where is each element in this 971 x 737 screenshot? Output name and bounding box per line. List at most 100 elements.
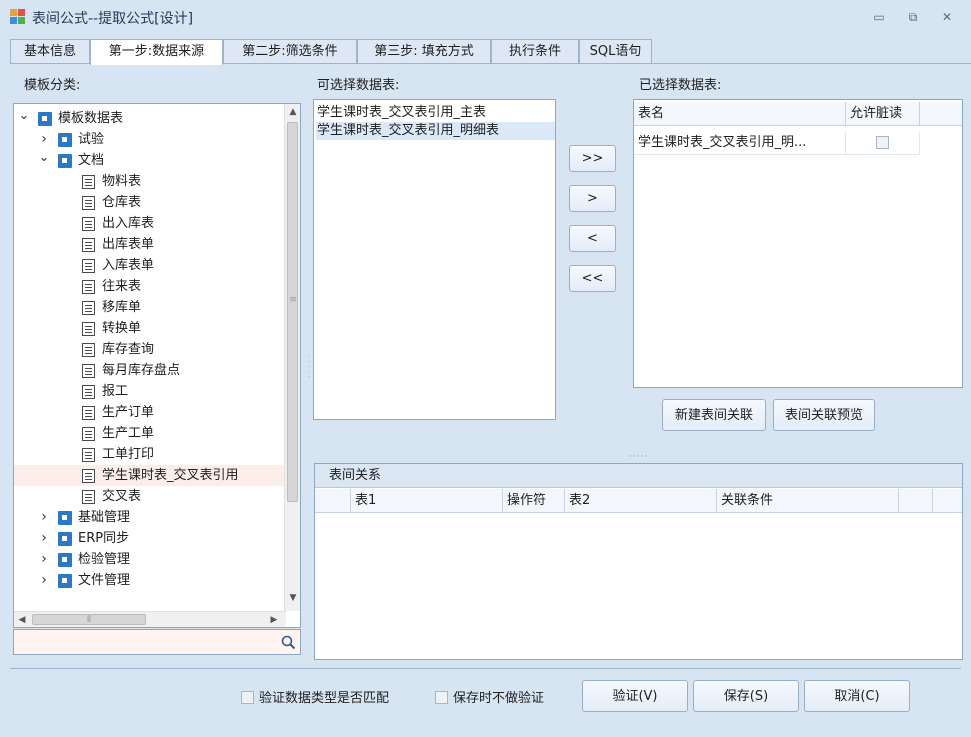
tree-item-label: 生产订单 <box>102 405 155 420</box>
tree-item[interactable]: 往来表 <box>14 276 284 297</box>
expanded-chevron-icon[interactable]: ⌄ <box>38 150 50 165</box>
scroll-left-icon[interactable]: ◀ <box>14 612 30 627</box>
add-button[interactable]: > <box>569 185 616 212</box>
column-header-table2[interactable]: 表2 <box>565 489 717 513</box>
tree-item[interactable]: 库存查询 <box>14 339 284 360</box>
add-all-button[interactable]: >> <box>569 145 616 172</box>
collapsed-chevron-icon[interactable]: › <box>38 570 50 590</box>
selected-table-name-cell[interactable]: 学生课时表_交叉表引用_明... <box>634 131 846 155</box>
document-icon <box>82 217 95 231</box>
tree-item-label: 转换单 <box>102 321 142 336</box>
tree-item[interactable]: ⌄ 文档 <box>14 150 284 171</box>
tab-sql[interactable]: SQL语句 <box>579 39 652 64</box>
column-header-dirty-read[interactable]: 允许脏读 <box>846 102 920 126</box>
relations-grid-header: 表1 操作符 表2 关联条件 <box>315 489 962 513</box>
tree-item[interactable]: 交叉表 <box>14 486 284 507</box>
folder-icon <box>58 553 72 567</box>
tree-item[interactable]: 每月库存盘点 <box>14 360 284 381</box>
tree-item[interactable]: 物料表 <box>14 171 284 192</box>
tree-item[interactable]: 出入库表 <box>14 213 284 234</box>
check-type-checkbox[interactable] <box>241 691 254 704</box>
vertical-splitter[interactable]: · · · · · <box>308 354 311 381</box>
save-button[interactable]: 保存(S) <box>693 680 799 712</box>
folder-icon <box>58 532 72 546</box>
no-validate-option[interactable]: 保存时不做验证 <box>435 687 544 706</box>
scroll-right-icon[interactable]: ▶ <box>266 612 282 627</box>
tree-item[interactable]: 生产工单 <box>14 423 284 444</box>
tree-item[interactable]: 报工 <box>14 381 284 402</box>
dirty-read-cell[interactable] <box>846 131 920 155</box>
tab-exec-condition[interactable]: 执行条件 <box>491 39 579 64</box>
tree-item-label: 仓库表 <box>102 195 142 210</box>
tab-step1-data-source[interactable]: 第一步:数据来源 <box>90 39 223 65</box>
validate-button[interactable]: 验证(V) <box>582 680 688 712</box>
tree-item-label: 工单打印 <box>102 447 155 462</box>
tree-item[interactable]: 出库表单 <box>14 234 284 255</box>
relation-preview-button[interactable]: 表间关联预览 <box>773 399 875 431</box>
remove-all-button[interactable]: << <box>569 265 616 292</box>
close-icon[interactable]: ✕ <box>936 8 958 26</box>
cancel-button[interactable]: 取消(C) <box>804 680 910 712</box>
expanded-chevron-icon[interactable]: ⌄ <box>18 108 30 123</box>
available-tables-list[interactable]: 学生课时表_交叉表引用_主表 学生课时表_交叉表引用_明细表 <box>313 99 556 420</box>
tree-item[interactable]: › 文件管理 <box>14 570 284 591</box>
collapsed-chevron-icon[interactable]: › <box>38 528 50 548</box>
tree-item-label: 交叉表 <box>102 489 142 504</box>
tree-item[interactable]: ⌄ 模板数据表 <box>14 108 284 129</box>
document-icon <box>82 406 95 420</box>
document-icon <box>82 175 95 189</box>
tree-item-label: 入库表单 <box>102 258 155 273</box>
restore-icon[interactable]: ⧉ <box>902 8 924 26</box>
dirty-read-checkbox[interactable] <box>876 136 889 149</box>
new-relation-button[interactable]: 新建表间关联 <box>662 399 766 431</box>
tree-vertical-scrollbar[interactable]: ▲ ≡ ▼ <box>284 104 300 611</box>
search-icon[interactable] <box>281 635 296 650</box>
template-tree[interactable]: ⌄ 模板数据表 › 试验 ⌄ 文档 物料表 仓库表 出入库表 出库表单 入库表单 往来表 移库单 转换单库… <box>13 103 301 628</box>
list-item-detail-table[interactable]: 学生课时表_交叉表引用_明细表 <box>316 122 555 140</box>
scroll-down-icon[interactable]: ▼ <box>285 590 300 606</box>
tab-step3-fill[interactable]: 第三步: 填充方式 <box>357 39 491 64</box>
tree-vscroll-thumb[interactable] <box>287 122 298 502</box>
tab-step2-filter[interactable]: 第二步:筛选条件 <box>223 39 357 64</box>
column-header-table-name[interactable]: 表名 <box>634 102 846 126</box>
tree-item[interactable]: 工单打印 <box>14 444 284 465</box>
tree-item[interactable]: 入库表单 <box>14 255 284 276</box>
tree-item[interactable]: 移库单 <box>14 297 284 318</box>
collapsed-chevron-icon[interactable]: › <box>38 507 50 527</box>
minimize-icon[interactable]: ▭ <box>868 8 890 26</box>
check-type-option[interactable]: 验证数据类型是否匹配 <box>241 687 389 706</box>
selected-tables-grid[interactable]: 表名 允许脏读 学生课时表_交叉表引用_明... <box>633 99 963 388</box>
no-validate-label: 保存时不做验证 <box>453 691 545 706</box>
list-item-main-table[interactable]: 学生课时表_交叉表引用_主表 <box>316 104 555 122</box>
document-icon <box>82 490 95 504</box>
formula-window: 表间公式--提取公式[设计] ▭ ⧉ ✕ 基本信息 第一步:数据来源 第二步:筛… <box>0 0 971 737</box>
document-icon <box>82 301 95 315</box>
column-header-operator[interactable]: 操作符 <box>503 489 565 513</box>
column-header-table1[interactable]: 表1 <box>351 489 503 513</box>
tree-item[interactable]: › 检验管理 <box>14 549 284 570</box>
tree-item[interactable]: 生产订单 <box>14 402 284 423</box>
document-icon <box>82 364 95 378</box>
tab-basic-info[interactable]: 基本信息 <box>10 39 90 64</box>
tree-horizontal-scrollbar[interactable]: ◀ ⦀ ▶ <box>14 611 286 627</box>
tree-item[interactable]: › 基础管理 <box>14 507 284 528</box>
tree-item[interactable]: 仓库表 <box>14 192 284 213</box>
collapsed-chevron-icon[interactable]: › <box>38 549 50 569</box>
tree-item[interactable]: 转换单 <box>14 318 284 339</box>
column-header-extra2 <box>933 489 962 513</box>
tree-search-input[interactable] <box>16 632 266 652</box>
scroll-up-icon[interactable]: ▲ <box>285 104 300 120</box>
tree-item-label: 试验 <box>78 132 105 147</box>
no-validate-checkbox[interactable] <box>435 691 448 704</box>
column-header-join-condition[interactable]: 关联条件 <box>717 489 899 513</box>
remove-button[interactable]: < <box>569 225 616 252</box>
tree-item-label: 出库表单 <box>102 237 155 252</box>
tree-item[interactable]: › ERP同步 <box>14 528 284 549</box>
horizontal-splitter[interactable]: ····· <box>629 452 648 462</box>
folder-icon <box>38 112 52 126</box>
collapsed-chevron-icon[interactable]: › <box>38 129 50 149</box>
tree-item[interactable]: 学生课时表_交叉表引用 <box>14 465 284 486</box>
tree-item[interactable]: › 试验 <box>14 129 284 150</box>
tree-item-label: 学生课时表_交叉表引用 <box>102 468 239 483</box>
folder-icon <box>58 154 72 168</box>
